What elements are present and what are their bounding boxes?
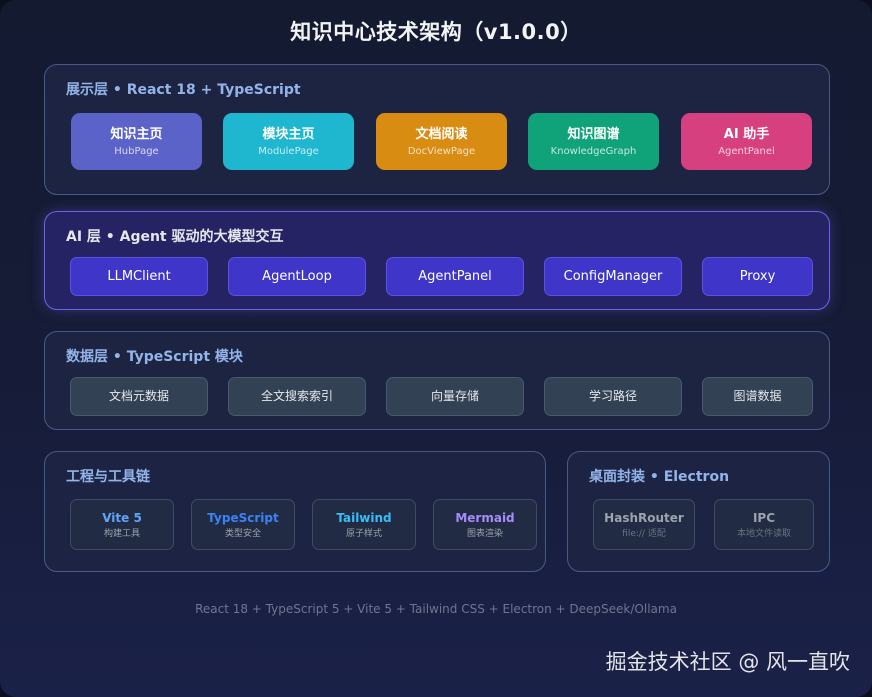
presentation-layer-title: 展示层 • React 18 + TypeScript <box>66 82 301 98</box>
card-knowledge-graph: 知识图谱 KnowledgeGraph <box>528 113 659 170</box>
card-module-page: 模块主页 ModulePage <box>223 113 354 170</box>
tool-title: Vite 5 <box>102 511 142 525</box>
tool-mermaid: Mermaid 图表渲染 <box>433 499 537 550</box>
card-subtitle: KnowledgeGraph <box>550 146 637 157</box>
tooling-panel-title: 工程与工具链 <box>66 469 150 485</box>
card-title: 模块主页 <box>262 127 315 142</box>
card-title: AI 助手 <box>723 127 770 142</box>
tool-subtitle: 原子样式 <box>345 529 382 539</box>
ai-item-agentpanel: AgentPanel <box>386 257 524 296</box>
tool-title: Tailwind <box>336 511 392 525</box>
tool-subtitle: 类型安全 <box>224 529 261 539</box>
desk-hashrouter: HashRouter file:// 适配 <box>593 499 695 550</box>
tech-stack-footer: React 18 + TypeScript 5 + Vite 5 + Tailw… <box>195 602 677 616</box>
tool-vite: Vite 5 构建工具 <box>70 499 174 550</box>
tool-typescript: TypeScript 类型安全 <box>191 499 295 550</box>
desk-title: IPC <box>752 511 776 525</box>
desk-ipc: IPC 本地文件读取 <box>714 499 814 550</box>
architecture-diagram: 知识中心技术架构（v1.0.0） 展示层 • React 18 + TypeSc… <box>0 0 872 697</box>
diagram-title: 知识中心技术架构（v1.0.0） <box>290 20 582 44</box>
card-doc-view-page: 文档阅读 DocViewPage <box>376 113 507 170</box>
card-subtitle: HubPage <box>114 146 159 157</box>
tool-subtitle: 构建工具 <box>103 529 140 539</box>
desk-subtitle: file:// 适配 <box>622 529 666 539</box>
desk-subtitle: 本地文件读取 <box>736 529 791 539</box>
card-hub-page: 知识主页 HubPage <box>71 113 202 170</box>
desktop-panel: 桌面封装 • Electron HashRouter file:// 适配 IP… <box>567 451 830 572</box>
desk-title: HashRouter <box>604 511 684 525</box>
ai-item-llmclient: LLMClient <box>70 257 208 296</box>
data-item-fulltext-index: 全文搜索索引 <box>228 377 366 416</box>
ai-layer: AI 层 • Agent 驱动的大模型交互 LLMClient AgentLoo… <box>44 211 830 310</box>
tooling-panel: 工程与工具链 Vite 5 构建工具 TypeScript 类型安全 Tailw… <box>44 451 546 572</box>
card-agent-panel: AI 助手 AgentPanel <box>681 113 812 170</box>
card-title: 文档阅读 <box>415 127 468 142</box>
data-layer: 数据层 • TypeScript 模块 文档元数据 全文搜索索引 向量存储 学习… <box>44 331 830 430</box>
ai-item-configmanager: ConfigManager <box>544 257 682 296</box>
tool-title: Mermaid <box>455 511 515 525</box>
card-title: 知识主页 <box>110 127 163 142</box>
card-title: 知识图谱 <box>567 127 620 142</box>
card-subtitle: DocViewPage <box>407 146 476 157</box>
data-item-learning-path: 学习路径 <box>544 377 682 416</box>
data-item-graph-data: 图谱数据 <box>702 377 813 416</box>
data-item-vector-store: 向量存储 <box>386 377 524 416</box>
tool-title: TypeScript <box>207 511 279 525</box>
watermark: 掘金技术社区 @ 风一直吹 <box>605 650 850 674</box>
desktop-panel-title: 桌面封装 • Electron <box>589 469 730 485</box>
data-item-doc-metadata: 文档元数据 <box>70 377 208 416</box>
ai-item-proxy: Proxy <box>702 257 813 296</box>
presentation-layer: 展示层 • React 18 + TypeScript 知识主页 HubPage… <box>44 64 830 195</box>
data-layer-title: 数据层 • TypeScript 模块 <box>66 349 243 365</box>
ai-item-agentloop: AgentLoop <box>228 257 366 296</box>
card-subtitle: AgentPanel <box>718 146 775 157</box>
card-subtitle: ModulePage <box>258 146 319 157</box>
tool-tailwind: Tailwind 原子样式 <box>312 499 416 550</box>
ai-layer-title: AI 层 • Agent 驱动的大模型交互 <box>66 229 284 245</box>
tool-subtitle: 图表渲染 <box>466 529 503 539</box>
